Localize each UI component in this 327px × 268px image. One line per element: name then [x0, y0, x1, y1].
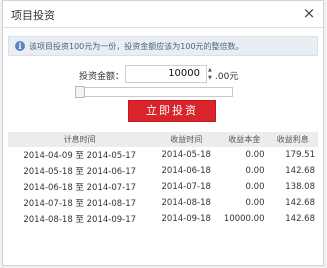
table-cell: 2014-08-18 — [161, 198, 211, 208]
table-cell: 0.00 — [245, 150, 265, 160]
dialog-titlebar: 项目投资 × — [3, 1, 323, 28]
table-cell: 2014-08-18 至 2014-09-17 — [23, 215, 137, 225]
stepper-up-icon[interactable]: ▲ — [208, 67, 212, 73]
stepper-down-icon[interactable]: ▼ — [208, 75, 212, 81]
table-cell: 0.00 — [245, 166, 265, 176]
amount-unit: .00元 — [215, 72, 239, 82]
table-cell: 2014-06-18 至 2014-07-17 — [23, 183, 137, 193]
amount-stepper[interactable]: ▲ ▼ — [207, 65, 215, 83]
table-cell: 2014-07-18 至 2014-08-17 — [23, 199, 137, 209]
table-cell: 2014-05-18 至 2014-06-17 — [23, 167, 137, 177]
amount-label: 投资金额： — [79, 72, 125, 82]
table-cell: 138.08 — [285, 182, 315, 192]
column-header: 计息时间 — [63, 135, 96, 144]
table-row: 2014-07-18 至 2014-08-17 2014-08-18 0.00 … — [8, 195, 318, 211]
table-row: 2014-05-18 至 2014-06-17 2014-06-18 0.00 … — [8, 163, 318, 179]
amount-slider[interactable] — [75, 86, 233, 98]
table-header-row: 计息时间 收益时间 收益本金 收益利息 — [8, 132, 318, 147]
table-cell: 10000.00 — [223, 214, 265, 224]
invest-now-button[interactable]: 立即投资 — [128, 100, 216, 122]
dialog-title: 项目投资 — [11, 9, 55, 22]
column-header: 收益时间 — [170, 135, 203, 144]
repayment-table: 计息时间 收益时间 收益本金 收益利息 2014-04-09 至 2014-05… — [8, 132, 318, 227]
info-icon: i — [15, 41, 25, 51]
table-cell: 142.68 — [285, 198, 315, 208]
info-notice: i 该项目投资100元为一份，投资金额应该为100元的整倍数。 — [8, 36, 318, 56]
column-header: 收益本金 — [228, 135, 261, 144]
table-cell: 179.51 — [285, 150, 315, 160]
table-cell: 0.00 — [245, 198, 265, 208]
slider-handle[interactable] — [75, 86, 85, 98]
amount-input[interactable]: 10000 — [125, 65, 207, 83]
table-row: 2014-06-18 至 2014-07-17 2014-07-18 0.00 … — [8, 179, 318, 195]
table-cell: 2014-05-18 — [161, 150, 211, 160]
table-cell: 0.00 — [245, 182, 265, 192]
table-cell: 142.68 — [285, 166, 315, 176]
table-cell: 142.68 — [285, 214, 315, 224]
table-cell: 2014-04-09 至 2014-05-17 — [23, 151, 137, 161]
table-cell: 2014-09-18 — [161, 214, 211, 224]
table-row: 2014-04-09 至 2014-05-17 2014-05-18 0.00 … — [8, 147, 318, 163]
invest-dialog: 项目投资 × i 该项目投资100元为一份，投资金额应该为100元的整倍数。 投… — [2, 0, 324, 266]
table-cell: 2014-06-18 — [161, 166, 211, 176]
column-header: 收益利息 — [276, 135, 309, 144]
notice-text: 该项目投资100元为一份，投资金额应该为100元的整倍数。 — [29, 42, 244, 51]
close-icon[interactable]: × — [301, 5, 317, 21]
table-cell: 2014-07-18 — [161, 182, 211, 192]
table-row: 2014-08-18 至 2014-09-17 2014-09-18 10000… — [8, 211, 318, 227]
